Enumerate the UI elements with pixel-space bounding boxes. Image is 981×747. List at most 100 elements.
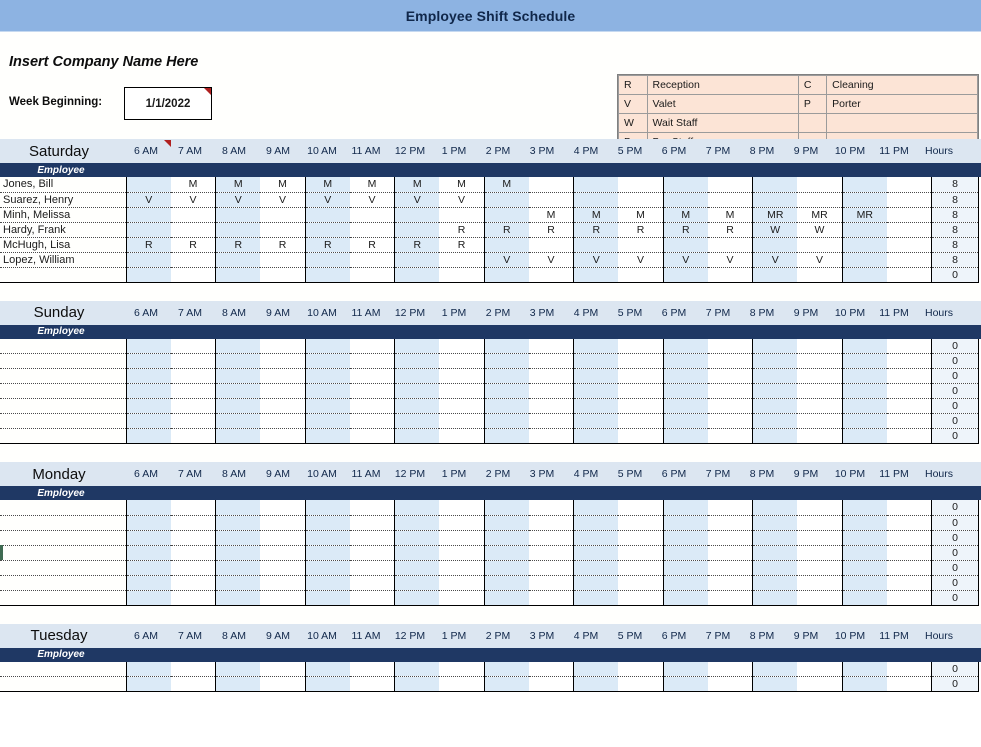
employee-name-cell[interactable] [0,267,127,283]
shift-cell[interactable] [752,383,798,399]
shift-cell[interactable] [663,590,708,606]
shift-cell[interactable]: R [305,237,350,253]
shift-cell[interactable] [394,222,440,238]
shift-cell[interactable] [663,676,708,692]
shift-cell[interactable] [215,413,261,429]
shift-cell[interactable] [439,515,485,531]
shift-cell[interactable] [170,590,217,606]
shift-cell[interactable] [618,545,664,561]
shift-cell[interactable] [305,353,350,369]
employee-name-cell[interactable] [0,676,127,692]
employee-name-cell[interactable] [0,575,127,591]
shift-cell[interactable] [528,368,575,384]
employee-name-cell[interactable] [0,661,127,677]
shift-cell[interactable] [349,428,396,444]
shift-cell[interactable]: R [215,237,261,253]
shift-cell[interactable] [394,515,440,531]
shift-cell[interactable] [394,545,440,561]
shift-cell[interactable] [573,545,619,561]
shift-cell[interactable] [573,530,619,546]
shift-cell[interactable] [663,500,708,516]
shift-cell[interactable] [260,428,306,444]
shift-cell[interactable] [663,353,708,369]
shift-cell[interactable] [349,676,396,692]
shift-cell[interactable] [528,500,575,516]
shift-cell[interactable] [752,515,798,531]
shift-cell[interactable] [663,413,708,429]
shift-cell[interactable] [170,575,217,591]
shift-cell[interactable] [394,500,440,516]
shift-cell[interactable] [305,207,350,223]
shift-cell[interactable] [126,590,171,606]
shift-cell[interactable] [573,560,619,576]
shift-cell[interactable]: W [752,222,798,238]
shift-cell[interactable] [394,383,440,399]
shift-cell[interactable] [573,267,619,283]
shift-cell[interactable]: MR [842,207,887,223]
shift-cell[interactable] [260,368,306,384]
shift-cell[interactable] [573,575,619,591]
shift-cell[interactable] [305,338,350,354]
shift-cell[interactable] [305,676,350,692]
shift-cell[interactable] [842,338,887,354]
shift-cell[interactable] [215,661,261,677]
shift-cell[interactable] [663,338,708,354]
shift-cell[interactable] [484,590,529,606]
company-name-field[interactable]: Insert Company Name Here [9,54,198,70]
shift-cell[interactable]: R [484,222,529,238]
week-beginning-input[interactable]: 1/1/2022 [124,87,212,120]
shift-cell[interactable] [842,590,887,606]
shift-cell[interactable] [126,428,171,444]
shift-cell[interactable] [573,368,619,384]
shift-cell[interactable] [797,267,843,283]
shift-cell[interactable] [618,590,664,606]
shift-cell[interactable]: M [170,177,217,193]
shift-cell[interactable] [528,338,575,354]
shift-cell[interactable] [842,676,887,692]
shift-cell[interactable] [170,338,217,354]
shift-cell[interactable] [439,383,485,399]
shift-cell[interactable]: M [484,177,529,193]
shift-cell[interactable] [126,177,171,193]
shift-cell[interactable] [305,368,350,384]
shift-cell[interactable]: M [305,177,350,193]
shift-cell[interactable] [170,560,217,576]
shift-cell[interactable] [797,353,843,369]
shift-cell[interactable] [528,575,575,591]
shift-cell[interactable] [215,590,261,606]
shift-cell[interactable] [573,590,619,606]
shift-cell[interactable] [170,222,217,238]
shift-cell[interactable] [126,661,171,677]
employee-name-cell[interactable] [0,383,127,399]
employee-name-cell[interactable] [0,515,127,531]
shift-cell[interactable] [484,383,529,399]
shift-cell[interactable]: R [663,222,708,238]
shift-cell[interactable] [260,383,306,399]
shift-cell[interactable] [305,383,350,399]
shift-cell[interactable] [886,237,933,253]
shift-cell[interactable] [573,676,619,692]
shift-cell[interactable] [886,428,933,444]
shift-cell[interactable] [707,500,754,516]
shift-cell[interactable] [170,500,217,516]
shift-cell[interactable]: V [394,192,440,208]
shift-cell[interactable] [886,267,933,283]
shift-cell[interactable] [170,676,217,692]
shift-cell[interactable] [126,575,171,591]
shift-cell[interactable] [752,368,798,384]
shift-cell[interactable] [305,500,350,516]
shift-cell[interactable] [528,560,575,576]
shift-cell[interactable] [752,338,798,354]
shift-cell[interactable] [484,368,529,384]
employee-name-cell[interactable] [0,353,127,369]
shift-cell[interactable] [215,353,261,369]
shift-cell[interactable] [886,252,933,268]
shift-cell[interactable] [215,222,261,238]
shift-cell[interactable] [663,575,708,591]
shift-cell[interactable] [886,207,933,223]
employee-name-cell[interactable] [0,368,127,384]
shift-cell[interactable]: V [618,252,664,268]
shift-cell[interactable] [707,267,754,283]
shift-cell[interactable] [663,661,708,677]
shift-cell[interactable] [573,353,619,369]
